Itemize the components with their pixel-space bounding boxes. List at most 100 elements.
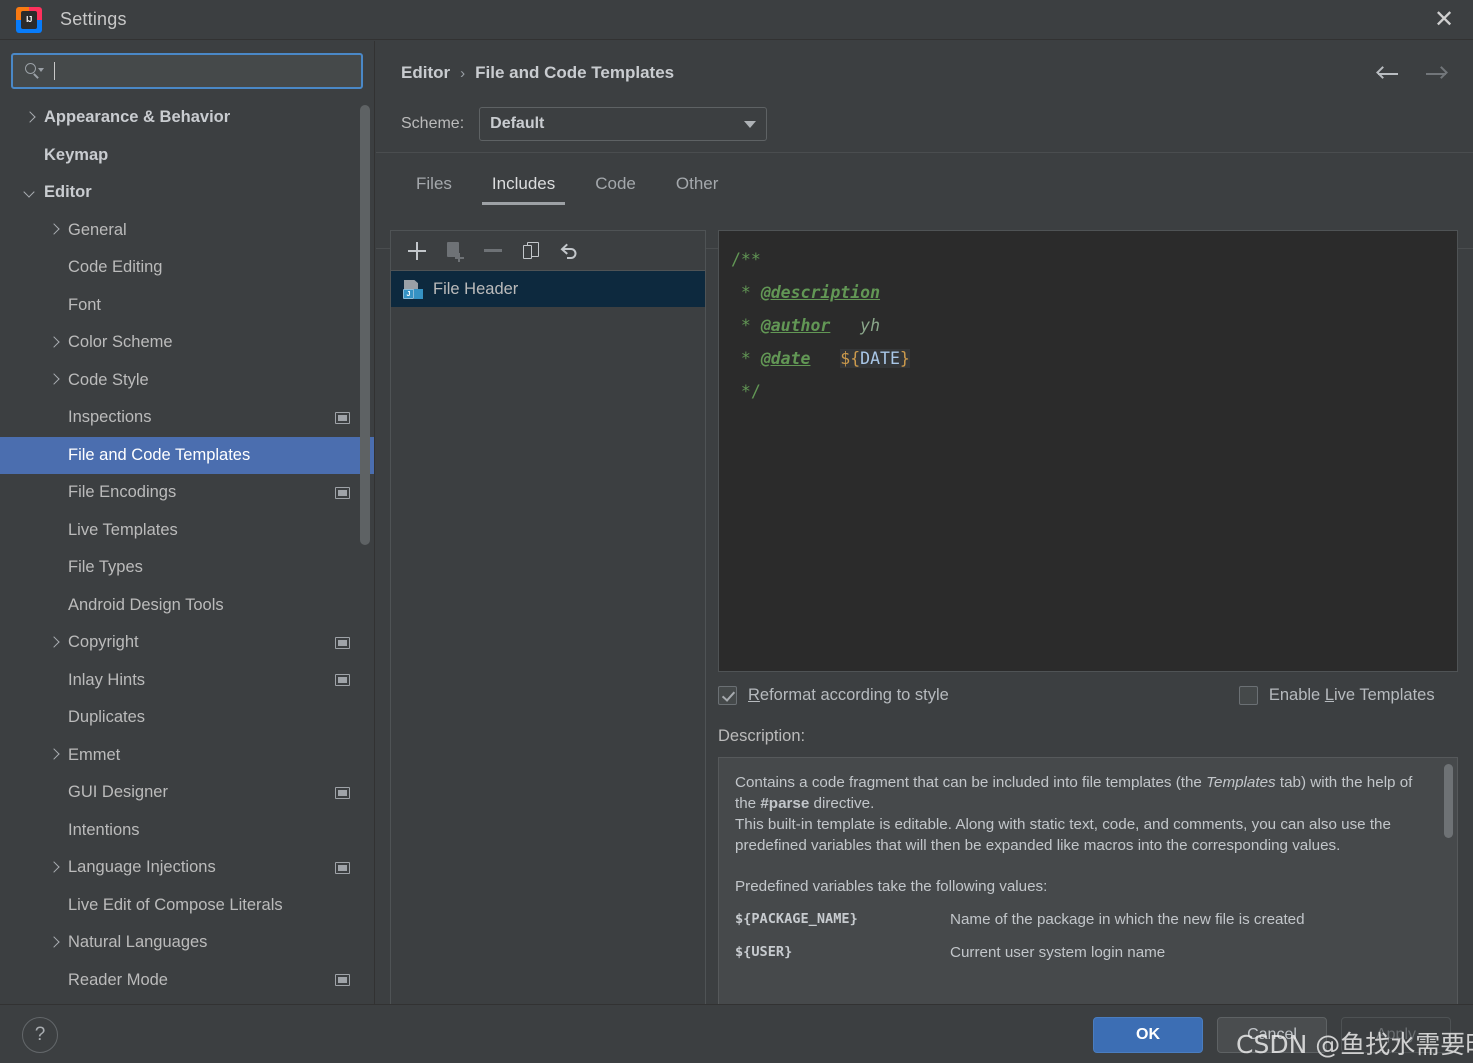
template-list-panel: J File Header bbox=[390, 230, 706, 1020]
tab-files[interactable]: Files bbox=[396, 168, 472, 205]
sidebar-item-gui-designer[interactable]: GUI Designer bbox=[0, 774, 374, 812]
sidebar-item-file-types[interactable]: File Types bbox=[0, 549, 374, 587]
sidebar-item-duplicates[interactable]: Duplicates bbox=[0, 699, 374, 737]
project-scope-icon bbox=[335, 861, 350, 874]
sidebar-item-code-style[interactable]: Code Style bbox=[0, 362, 374, 400]
sidebar-item-natural-languages[interactable]: Natural Languages bbox=[0, 924, 374, 962]
template-editor[interactable]: /** * @description * @author yh * @date … bbox=[718, 230, 1458, 672]
sidebar-item-emmet[interactable]: Emmet bbox=[0, 737, 374, 775]
sidebar-item-file-and-code-templates[interactable]: File and Code Templates bbox=[0, 436, 374, 474]
code-text: * bbox=[731, 283, 761, 302]
help-icon[interactable]: ? bbox=[22, 1017, 58, 1053]
reset-icon[interactable] bbox=[552, 235, 586, 267]
sidebar-item-reader-mode[interactable]: Reader Mode bbox=[0, 962, 374, 1000]
sidebar-item-code-editing[interactable]: Code Editing bbox=[0, 249, 374, 287]
apply-button: Apply bbox=[1341, 1017, 1451, 1053]
project-scope-icon bbox=[335, 636, 350, 649]
checkbox-box bbox=[718, 686, 737, 705]
description-paragraph-1: Contains a code fragment that can be inc… bbox=[735, 774, 1413, 812]
ok-button[interactable]: OK bbox=[1093, 1017, 1203, 1053]
template-code: /** * @description * @author yh * @date … bbox=[731, 243, 1447, 408]
chevron-right-icon[interactable] bbox=[46, 222, 62, 238]
add-icon[interactable] bbox=[400, 235, 434, 267]
window-title: Settings bbox=[60, 9, 127, 29]
scheme-row: Scheme: Default bbox=[401, 107, 768, 141]
variable-description: Current user system login name bbox=[950, 944, 1166, 961]
sidebar-item-label: Code Style bbox=[68, 370, 149, 389]
settings-tree: Appearance & Behavior Keymap Editor General… bbox=[0, 99, 374, 999]
sidebar-item-label: Appearance & Behavior bbox=[44, 108, 231, 127]
arrow-right-icon[interactable] bbox=[1423, 61, 1449, 87]
navigation-arrows bbox=[1375, 61, 1449, 87]
divider-top bbox=[376, 152, 1473, 153]
sidebar-item-label: Color Scheme bbox=[68, 333, 173, 352]
sidebar-item-label: Android Design Tools bbox=[68, 595, 224, 614]
search-area bbox=[0, 41, 374, 89]
code-text: * bbox=[731, 316, 761, 335]
sidebar-item-live-edit-of-compose-literals[interactable]: Live Edit of Compose Literals bbox=[0, 887, 374, 925]
sidebar-item-live-templates[interactable]: Live Templates bbox=[0, 512, 374, 550]
sidebar-item-appearance-behavior[interactable]: Appearance & Behavior bbox=[0, 99, 374, 137]
reformat-according-to-style-checkbox[interactable]: Reformat according to style bbox=[718, 686, 949, 705]
description-scrollbar[interactable] bbox=[1444, 764, 1453, 838]
variable-name: ${PACKAGE_NAME} bbox=[735, 911, 858, 927]
breadcrumb-parent[interactable]: Editor bbox=[401, 63, 450, 83]
tab-includes[interactable]: Includes bbox=[472, 168, 575, 205]
arrow-left-icon[interactable] bbox=[1375, 61, 1401, 87]
scheme-dropdown[interactable]: Default bbox=[479, 107, 768, 141]
sidebar-item-android-design-tools[interactable]: Android Design Tools bbox=[0, 587, 374, 625]
sidebar-item-general[interactable]: General bbox=[0, 212, 374, 250]
chevron-right-icon[interactable] bbox=[46, 747, 62, 763]
variable-row: ${USER} Current user system login name bbox=[735, 944, 1435, 961]
code-line: */ bbox=[731, 375, 1447, 408]
duplicate-icon[interactable] bbox=[514, 235, 548, 267]
tab-code[interactable]: Code bbox=[575, 168, 656, 205]
chevron-right-icon[interactable] bbox=[22, 110, 38, 126]
sidebar-item-language-injections[interactable]: Language Injections bbox=[0, 849, 374, 887]
chevron-right-icon[interactable] bbox=[46, 635, 62, 651]
variable-description: Name of the package in which the new fil… bbox=[950, 911, 1305, 928]
chevron-right-icon[interactable] bbox=[46, 860, 62, 876]
sidebar-item-editor[interactable]: Editor bbox=[0, 174, 374, 212]
sidebar-item-intentions[interactable]: Intentions bbox=[0, 812, 374, 850]
scheme-label: Scheme: bbox=[401, 115, 465, 132]
close-icon[interactable]: ✕ bbox=[1415, 0, 1473, 40]
code-line: * @author yh bbox=[731, 309, 1447, 342]
sidebar-item-font[interactable]: Font bbox=[0, 287, 374, 325]
sidebar-item-label: Reader Mode bbox=[68, 970, 168, 989]
chevron-right-icon[interactable] bbox=[46, 372, 62, 388]
breadcrumb: Editor › File and Code Templates bbox=[401, 63, 674, 83]
sidebar-item-inlay-hints[interactable]: Inlay Hints bbox=[0, 662, 374, 700]
scheme-value: Default bbox=[490, 115, 545, 132]
sidebar-item-label: File and Code Templates bbox=[68, 445, 251, 464]
sidebar-item-file-encodings[interactable]: File Encodings bbox=[0, 474, 374, 512]
sidebar-item-copyright[interactable]: Copyright bbox=[0, 624, 374, 662]
chevron-right-icon[interactable] bbox=[46, 935, 62, 951]
cancel-button[interactable]: Cancel bbox=[1217, 1017, 1327, 1053]
chevron-right-icon[interactable] bbox=[46, 335, 62, 351]
sidebar-item-inspections[interactable]: Inspections bbox=[0, 399, 374, 437]
search-input[interactable] bbox=[59, 62, 353, 80]
sidebar-item-label: Live Templates bbox=[68, 520, 178, 539]
template-variable: ${DATE} bbox=[840, 349, 910, 368]
enable-live-templates-checkbox[interactable]: Enable Live Templates bbox=[1238, 686, 1435, 705]
tab-other[interactable]: Other bbox=[656, 168, 739, 205]
template-list-item[interactable]: J File Header bbox=[391, 271, 705, 307]
search-box[interactable] bbox=[11, 53, 363, 89]
template-list: J File Header bbox=[391, 271, 705, 307]
title-bar: IJ Settings ✕ bbox=[0, 0, 1473, 40]
chevron-down-icon[interactable] bbox=[22, 185, 38, 201]
template-list-toolbar bbox=[391, 231, 705, 271]
template-name: File Header bbox=[433, 279, 519, 298]
sidebar-item-keymap[interactable]: Keymap bbox=[0, 137, 374, 175]
sidebar-item-color-scheme[interactable]: Color Scheme bbox=[0, 324, 374, 362]
sidebar-item-label: Language Injections bbox=[68, 858, 216, 877]
sidebar-scrollbar[interactable] bbox=[360, 105, 370, 545]
